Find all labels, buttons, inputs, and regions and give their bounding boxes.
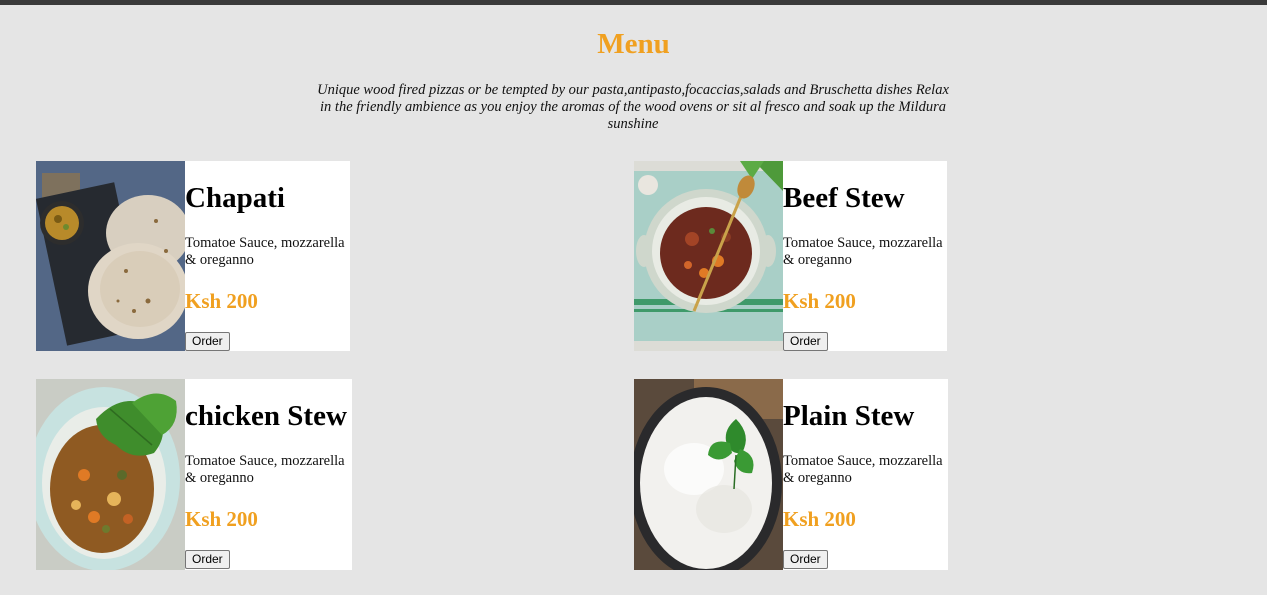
order-button[interactable]: Order [783, 550, 828, 569]
item-description: Tomatoe Sauce, mozzarella & oreganno [783, 453, 943, 486]
menu-card-info: Chapati Tomatoe Sauce, mozzarella & oreg… [185, 161, 350, 351]
menu-card-info: Beef Stew Tomatoe Sauce, mozzarella & or… [783, 161, 947, 351]
item-description: Tomatoe Sauce, mozzarella & oreganno [783, 235, 943, 268]
menu-card-info: chicken Stew Tomatoe Sauce, mozzarella &… [185, 379, 352, 570]
item-price: Ksh 200 [185, 507, 258, 531]
menu-card-beef-stew: Beef Stew Tomatoe Sauce, mozzarella & or… [634, 161, 947, 351]
menu-card-chapati: Chapati Tomatoe Sauce, mozzarella & oreg… [36, 161, 350, 351]
order-button[interactable]: Order [783, 332, 828, 351]
rice-photo [634, 379, 783, 570]
menu-intro-text: Unique wood fired pizzas or be tempted b… [317, 82, 949, 132]
menu-card-chicken-stew: chicken Stew Tomatoe Sauce, mozzarella &… [36, 379, 352, 570]
item-price: Ksh 200 [185, 289, 258, 313]
menu-card-plain-stew: Plain Stew Tomatoe Sauce, mozzarella & o… [634, 379, 948, 570]
beef-stew-photo [634, 161, 783, 351]
item-price: Ksh 200 [783, 289, 856, 313]
order-button[interactable]: Order [185, 332, 230, 351]
item-price: Ksh 200 [783, 507, 856, 531]
chicken-stew-photo [36, 379, 185, 570]
window-top-bar [0, 0, 1267, 5]
chapati-photo [36, 161, 185, 351]
item-description: Tomatoe Sauce, mozzarella & oreganno [185, 235, 345, 268]
item-name: chicken Stew [185, 400, 347, 432]
item-name: Beef Stew [783, 182, 905, 214]
order-button[interactable]: Order [185, 550, 230, 569]
item-description: Tomatoe Sauce, mozzarella & oreganno [185, 453, 345, 486]
page-title: Menu [597, 28, 670, 60]
item-name: Plain Stew [783, 400, 915, 432]
menu-card-info: Plain Stew Tomatoe Sauce, mozzarella & o… [783, 379, 948, 570]
item-name: Chapati [185, 182, 285, 214]
